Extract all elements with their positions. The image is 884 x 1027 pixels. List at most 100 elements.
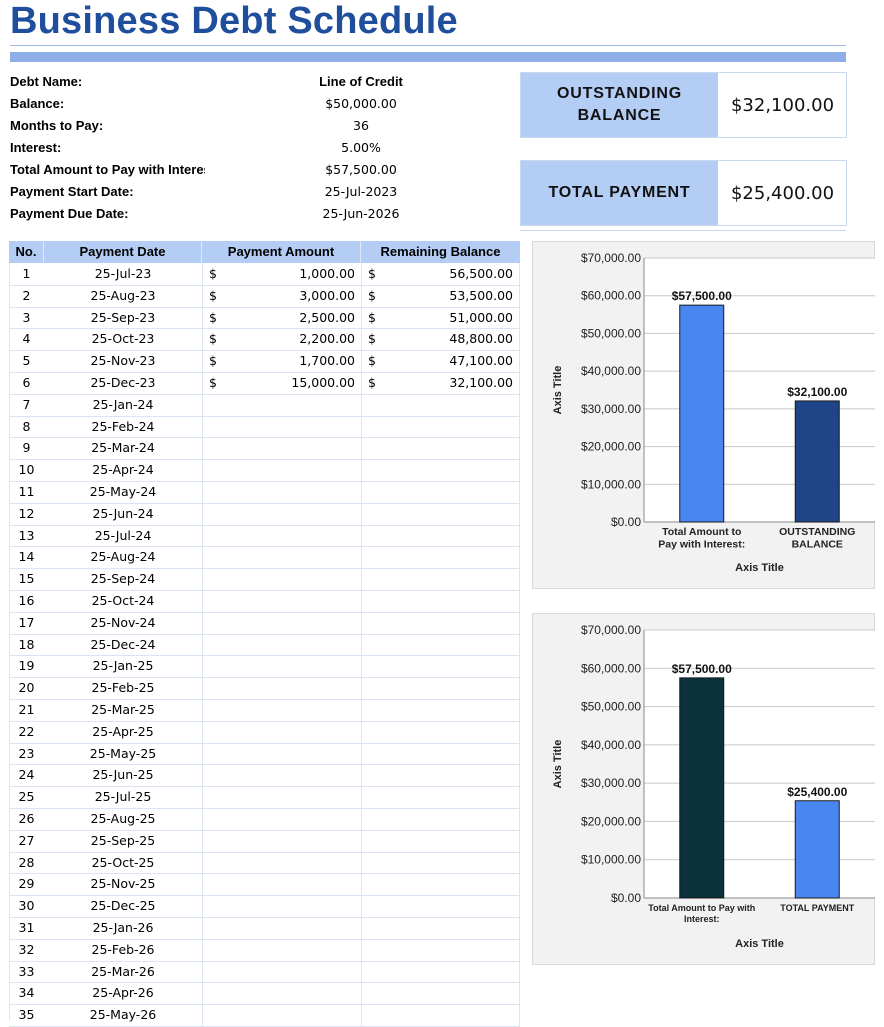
cell-payment-amount <box>202 590 361 612</box>
header-payment-amount: Payment Amount <box>202 241 361 263</box>
total-payment-label: TOTAL PAYMENT <box>521 161 718 225</box>
cell-payment-amount <box>202 720 361 743</box>
y-tick-label: $20,000.00 <box>581 440 641 454</box>
table-row: 6 25-Dec-23 $15,000.00 $32,100.00 <box>9 372 520 395</box>
y-tick-label: $10,000.00 <box>581 853 641 867</box>
cell-remaining-balance: $32,100.00 <box>361 372 520 394</box>
cell-no: 11 <box>18 484 35 499</box>
cell-remaining-balance <box>361 655 520 678</box>
currency-symbol: $ <box>209 331 217 347</box>
cell-payment-amount <box>202 895 361 917</box>
cell-payment-date: 25-Aug-24 <box>90 549 156 565</box>
cell-no: 13 <box>18 527 35 543</box>
cell-payment-date: 25-Jul-25 <box>94 789 152 805</box>
cell-remaining-balance <box>361 699 520 721</box>
cell-remaining-balance <box>361 590 520 612</box>
cell-payment-date: 25-Dec-24 <box>90 636 156 652</box>
outstanding-balance-box: OUTSTANDING BALANCE $32,100.00 <box>520 72 847 138</box>
cell-payment-date: 25-Nov-23 <box>90 353 156 369</box>
currency-symbol: $ <box>368 353 376 369</box>
x-tick-label: Total Amount to <box>662 526 741 538</box>
balance-value: 53,500.00 <box>449 287 513 303</box>
cell-remaining-balance <box>361 546 520 569</box>
y-tick-label: $60,000.00 <box>581 289 641 303</box>
currency-symbol: $ <box>209 375 217 390</box>
info-label: Debt Name: <box>10 74 83 89</box>
table-row: 12 25-Jun-24 <box>9 502 520 526</box>
data-label: $32,100.00 <box>787 385 847 399</box>
info-row-total-with-interest: Total Amount to Pay with Interest: $57,5… <box>10 162 510 184</box>
cell-payment-date: 25-Sep-23 <box>90 309 156 325</box>
cell-remaining-balance <box>361 808 520 830</box>
x-tick-label: BALANCE <box>792 539 843 551</box>
cell-payment-amount <box>202 655 361 678</box>
x-tick-label: TOTAL PAYMENT <box>780 903 855 913</box>
table-row: 32 25-Feb-26 <box>9 938 520 962</box>
table-row: 23 25-May-25 <box>9 742 520 766</box>
cell-remaining-balance <box>361 851 520 874</box>
cell-payment-date: 25-Mar-24 <box>91 440 155 456</box>
cell-payment-date: 25-Jan-25 <box>92 658 154 674</box>
table-row: 13 25-Jul-24 <box>9 524 520 548</box>
x-tick-label: Total Amount to Pay with <box>648 903 755 913</box>
cell-payment-date: 25-Sep-24 <box>90 571 156 587</box>
cell-remaining-balance <box>361 938 520 961</box>
cell-remaining-balance <box>361 633 520 656</box>
data-label: $57,500.00 <box>672 662 732 676</box>
info-value: Line of Credit <box>319 74 403 89</box>
table-row: 5 25-Nov-23 $1,700.00 $47,100.00 <box>9 350 520 373</box>
cell-payment-date: 25-May-25 <box>89 745 157 761</box>
info-label: Payment Start Date: <box>10 184 134 199</box>
info-value: $50,000.00 <box>325 96 397 111</box>
info-row-due-date: Payment Due Date: 25-Jun-2026 <box>10 206 510 228</box>
cell-payment-amount <box>202 851 361 874</box>
table-row: 28 25-Oct-25 <box>9 851 520 875</box>
table-row: 29 25-Nov-25 <box>9 873 520 897</box>
cell-remaining-balance: $48,800.00 <box>361 328 520 351</box>
cell-remaining-balance <box>361 720 520 743</box>
cell-payment-date: 25-May-26 <box>89 1007 157 1023</box>
currency-symbol: $ <box>209 309 217 325</box>
chart-outstanding-vs-total: $0.00 $10,000.00 $20,000.00 $30,000.00 $40,0… <box>552 251 875 574</box>
y-tick-label: $20,000.00 <box>581 814 641 828</box>
y-tick-label: $40,000.00 <box>581 364 641 378</box>
currency-symbol: $ <box>209 353 217 369</box>
cell-payment-date: 25-May-24 <box>89 484 157 499</box>
cell-no: 2 <box>22 287 31 303</box>
cell-payment-date: 25-Jul-23 <box>94 266 152 281</box>
header-no: No. <box>9 241 44 263</box>
bar <box>679 304 725 523</box>
cell-no: 32 <box>18 941 35 957</box>
currency-symbol: $ <box>368 287 376 303</box>
cell-payment-date: 25-Nov-25 <box>90 876 156 892</box>
cell-payment-amount: $2,200.00 <box>202 328 361 351</box>
cell-no: 1 <box>22 266 31 281</box>
table-row: 19 25-Jan-25 <box>9 655 520 679</box>
cell-no: 24 <box>18 767 35 783</box>
amount-value: 1,000.00 <box>299 266 355 281</box>
cell-payment-amount <box>202 546 361 569</box>
cell-no: 15 <box>18 571 35 587</box>
cell-remaining-balance <box>361 786 520 808</box>
cell-payment-amount: $2,500.00 <box>202 306 361 329</box>
cell-payment-amount <box>202 873 361 896</box>
cell-payment-date: 25-Apr-26 <box>92 985 154 1001</box>
cell-no: 16 <box>18 593 35 608</box>
cell-no: 33 <box>18 963 35 979</box>
y-tick-label: $50,000.00 <box>581 326 641 340</box>
cell-payment-amount <box>202 568 361 590</box>
cell-no: 30 <box>18 898 35 914</box>
info-label: Months to Pay: <box>10 118 104 133</box>
cell-payment-amount <box>202 786 361 808</box>
cell-payment-date: 25-Oct-25 <box>91 854 155 870</box>
cell-remaining-balance <box>361 568 520 590</box>
table-row: 30 25-Dec-25 <box>9 895 520 918</box>
table-row: 33 25-Mar-26 <box>9 960 520 984</box>
y-tick-label: $0.00 <box>611 891 641 905</box>
y-tick-label: $40,000.00 <box>581 738 641 752</box>
amount-value: 15,000.00 <box>291 375 355 390</box>
y-tick-label: $30,000.00 <box>581 776 641 790</box>
cell-remaining-balance <box>361 829 520 852</box>
cell-remaining-balance <box>361 611 520 634</box>
total-payment-box: TOTAL PAYMENT $25,400.00 <box>520 160 847 226</box>
